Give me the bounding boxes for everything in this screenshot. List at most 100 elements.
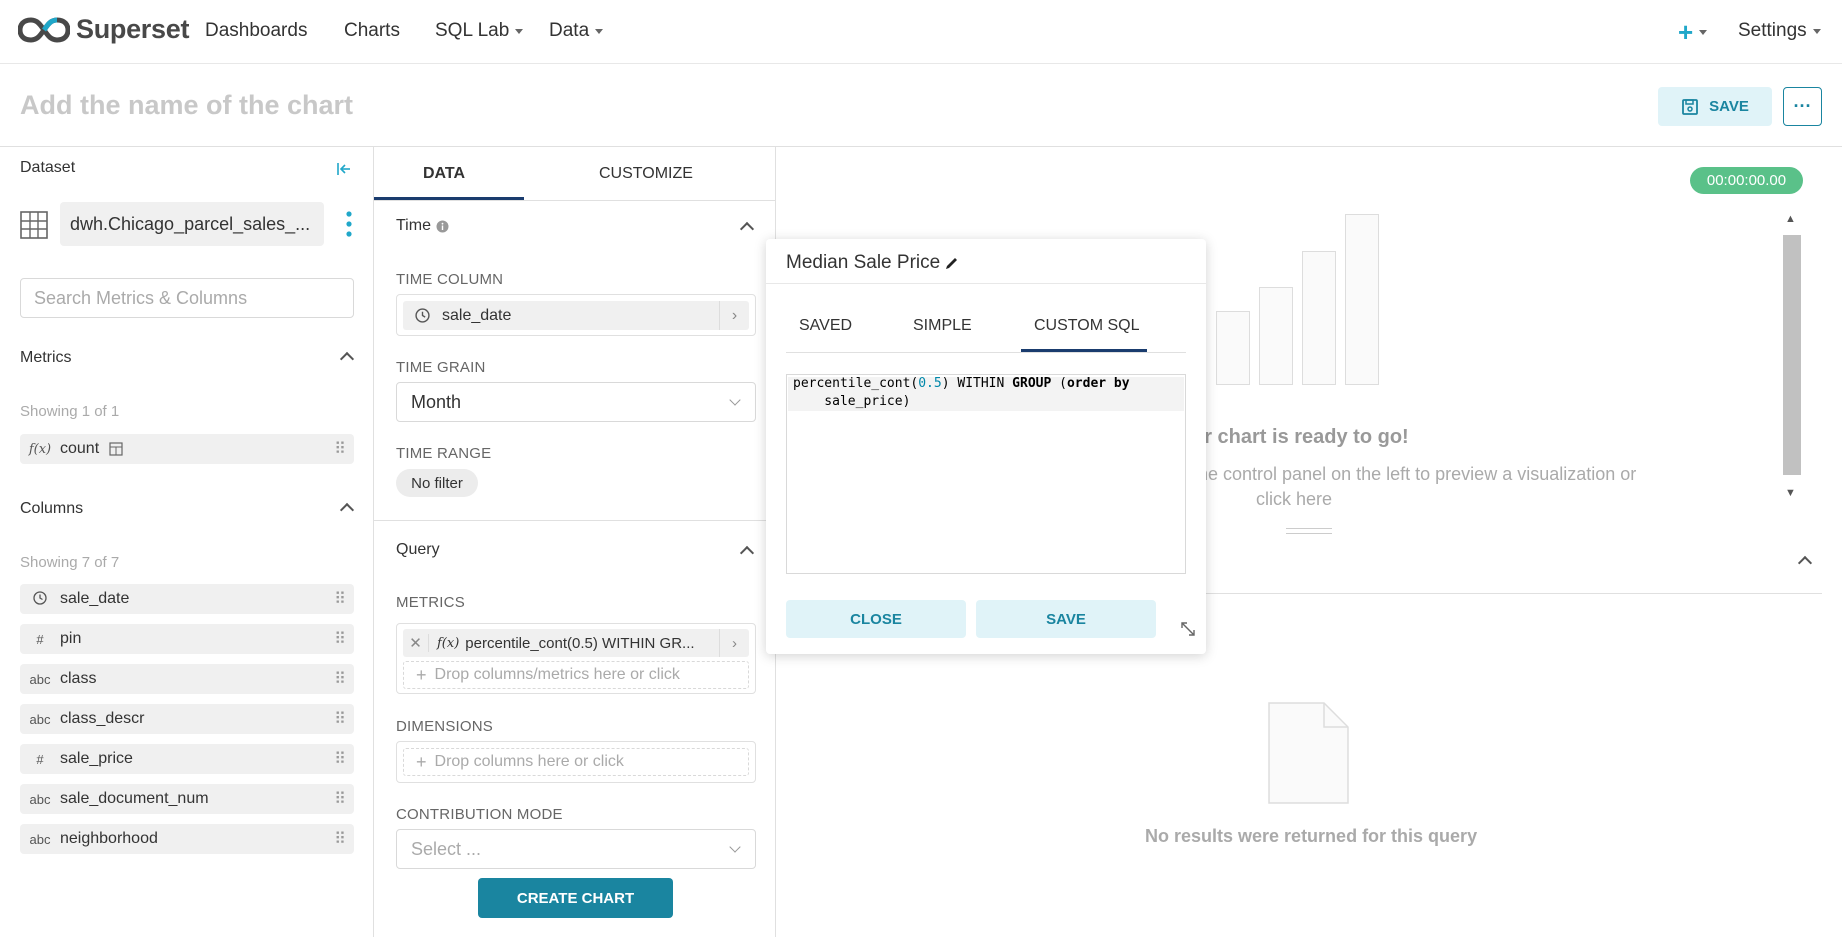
- query-section-title[interactable]: Query: [396, 541, 440, 559]
- string-type-icon: abc: [29, 791, 51, 807]
- metric-title[interactable]: Median Sale Price: [786, 252, 960, 274]
- drag-handle-icon[interactable]: ⠿: [324, 669, 354, 689]
- drag-handle-icon[interactable]: ⠿: [324, 829, 354, 849]
- pencil-icon[interactable]: [944, 255, 960, 271]
- time-column-value: sale_date: [442, 306, 512, 324]
- placeholder-chart-bar: [1259, 287, 1293, 385]
- caret-down-icon: [515, 28, 524, 34]
- column-item[interactable]: abc neighborhood ⠿: [20, 824, 354, 854]
- dataset-name[interactable]: dwh.Chicago_parcel_sales_...: [60, 202, 324, 246]
- dimensions-drop-text: Drop columns here or click: [434, 753, 624, 770]
- scroll-down-icon[interactable]: ▼: [1785, 487, 1796, 499]
- time-grain-value: Month: [411, 392, 462, 412]
- time-range-tag[interactable]: No filter: [396, 469, 478, 497]
- column-name: sale_document_num: [60, 790, 209, 807]
- column-item[interactable]: abc class ⠿: [20, 664, 354, 694]
- create-chart-button[interactable]: CREATE CHART: [478, 878, 673, 918]
- save-icon: [1682, 98, 1699, 115]
- sql-code: percentile_cont(0.5) WITHIN GROUP (order…: [793, 375, 1130, 411]
- metrics-heading[interactable]: Metrics: [20, 349, 72, 367]
- tab-saved[interactable]: SAVED: [799, 317, 852, 335]
- column-name: class: [60, 670, 97, 687]
- column-item[interactable]: abc class_descr ⠿: [20, 704, 354, 734]
- popover-tabs-divider: [786, 352, 1186, 353]
- drag-handle-icon[interactable]: ⠿: [324, 439, 354, 459]
- dimensions-field[interactable]: + Drop columns here or click: [396, 741, 756, 783]
- resize-icon[interactable]: [1180, 621, 1196, 637]
- time-column-pill[interactable]: sale_date ›: [403, 301, 749, 330]
- sql-editor[interactable]: percentile_cont(0.5) WITHIN GROUP (order…: [786, 374, 1186, 574]
- more-options-button[interactable]: ···: [1783, 87, 1822, 126]
- column-item[interactable]: # pin ⠿: [20, 624, 354, 654]
- columns-heading[interactable]: Columns: [20, 500, 83, 518]
- new-plus-button[interactable]: +: [1678, 17, 1708, 48]
- placeholder-chart-bar: [1216, 311, 1250, 385]
- numeric-type-icon: #: [36, 751, 44, 767]
- popover-divider: [766, 283, 1206, 284]
- chart-ready-link[interactable]: click here: [1256, 489, 1332, 510]
- brand-name: Superset: [76, 14, 190, 44]
- drag-handle-icon[interactable]: ⠿: [324, 589, 354, 609]
- function-icon: f(x): [437, 635, 460, 651]
- function-icon: f(x): [28, 441, 52, 457]
- section-divider: [374, 520, 776, 521]
- drag-handle-icon[interactable]: ⠿: [324, 749, 354, 769]
- drag-handle-icon[interactable]: ⠿: [324, 789, 354, 809]
- tab-customize[interactable]: CUSTOMIZE: [599, 165, 693, 183]
- chevron-right-icon[interactable]: ›: [719, 629, 749, 657]
- string-type-icon: abc: [29, 711, 51, 727]
- nav-dashboards-label: Dashboards: [205, 20, 308, 41]
- resize-grip[interactable]: [1286, 528, 1332, 534]
- remove-metric-icon[interactable]: ✕: [403, 634, 429, 652]
- save-metric-button[interactable]: SAVE: [976, 600, 1156, 638]
- chart-name-input[interactable]: Add the name of the chart: [20, 90, 353, 121]
- save-chart-button[interactable]: SAVE: [1658, 87, 1772, 126]
- chevron-up-icon[interactable]: [1797, 555, 1813, 571]
- nav-settings[interactable]: Settings: [1738, 20, 1821, 42]
- drag-handle-icon[interactable]: ⠿: [324, 629, 354, 649]
- drag-handle-icon[interactable]: ⠿: [324, 709, 354, 729]
- sql-keyword: order by: [1066, 376, 1130, 391]
- collapse-panel-icon[interactable]: [336, 161, 352, 177]
- tab-simple[interactable]: SIMPLE: [913, 317, 972, 335]
- nav-data[interactable]: Data: [549, 20, 604, 42]
- time-grain-select[interactable]: Month: [396, 382, 756, 422]
- metrics-drop-zone[interactable]: + Drop columns/metrics here or click: [403, 661, 749, 689]
- dimensions-drop-zone[interactable]: + Drop columns here or click: [403, 748, 749, 776]
- sql-token: percentile_cont(: [793, 376, 919, 391]
- nav-dashboards[interactable]: Dashboards: [205, 20, 307, 42]
- no-results-message: No results were returned for this query: [1145, 826, 1478, 846]
- close-button[interactable]: CLOSE: [786, 600, 966, 638]
- plus-icon: +: [1678, 17, 1694, 47]
- time-section-header[interactable]: Time: [396, 217, 449, 235]
- query-timer: 00:00:00.00: [1690, 167, 1803, 194]
- superset-logo[interactable]: Superset: [18, 14, 189, 45]
- tab-data[interactable]: DATA: [423, 165, 465, 183]
- placeholder-chart-bar: [1302, 251, 1336, 385]
- dataset-menu-icon[interactable]: [344, 210, 354, 238]
- metrics-drop-text: Drop columns/metrics here or click: [434, 666, 680, 683]
- placeholder-chart-bar: [1345, 214, 1379, 385]
- column-item[interactable]: sale_date ⠿: [20, 584, 354, 614]
- scroll-up-icon[interactable]: ▲: [1785, 213, 1796, 225]
- tab-custom-sql[interactable]: CUSTOM SQL: [1034, 317, 1140, 335]
- scrollbar-thumb[interactable]: [1783, 235, 1801, 475]
- metric-item[interactable]: f(x) count ⠿: [20, 434, 354, 464]
- metric-pill[interactable]: ✕ f(x) percentile_cont(0.5) WITHIN GR...…: [403, 629, 749, 657]
- time-column-field[interactable]: sale_date ›: [396, 294, 756, 336]
- info-icon[interactable]: [436, 220, 449, 233]
- column-name: neighborhood: [60, 830, 158, 847]
- tabs-divider: [374, 200, 776, 201]
- clock-icon: [20, 590, 60, 608]
- nav-charts[interactable]: Charts: [344, 20, 400, 42]
- search-metrics-input[interactable]: Search Metrics & Columns: [20, 278, 354, 318]
- metrics-field[interactable]: ✕ f(x) percentile_cont(0.5) WITHIN GR...…: [396, 623, 756, 694]
- numeric-type-icon: #: [36, 631, 44, 647]
- nav-sql-lab[interactable]: SQL Lab: [435, 20, 524, 42]
- save-chart-label: SAVE: [1709, 98, 1749, 115]
- column-item[interactable]: # sale_price ⠿: [20, 744, 354, 774]
- column-item[interactable]: abc sale_document_num ⠿: [20, 784, 354, 814]
- contribution-select[interactable]: Select ...: [396, 829, 756, 869]
- calculator-icon: [109, 442, 123, 456]
- chevron-right-icon[interactable]: ›: [719, 301, 749, 330]
